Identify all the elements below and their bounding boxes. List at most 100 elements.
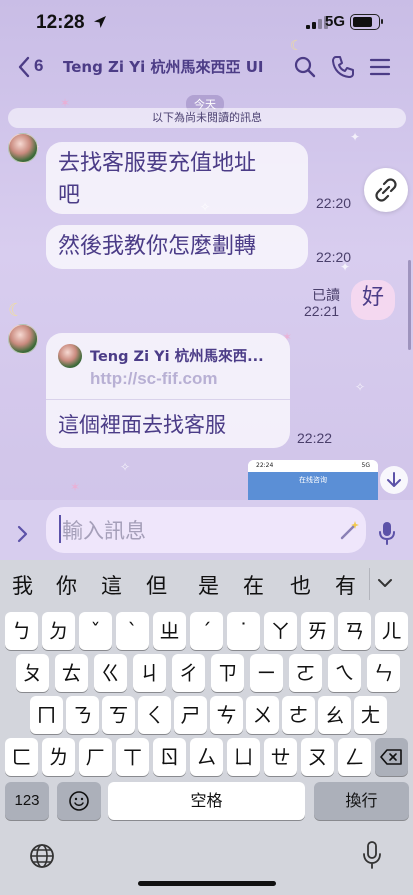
key[interactable]: ㄘ: [210, 696, 243, 734]
key[interactable]: ㄎ: [102, 696, 135, 734]
home-indicator[interactable]: [138, 881, 276, 886]
dictation-microphone-icon[interactable]: [361, 840, 383, 870]
arrow-down-icon: [387, 472, 401, 487]
link-card[interactable]: Teng Zi Yi 杭州馬來西... http://sc-fif.com 這個…: [46, 333, 290, 448]
share-link-button[interactable]: [364, 168, 408, 212]
avatar[interactable]: [8, 133, 38, 163]
search-icon[interactable]: [292, 54, 318, 80]
key[interactable]: ㄟ: [328, 654, 361, 692]
key[interactable]: ㄞ: [301, 612, 334, 650]
link-icon: [375, 178, 397, 202]
message-time: 22:20: [316, 249, 352, 265]
network-type: 5G: [325, 13, 346, 30]
sent-message-bubble[interactable]: 好: [351, 280, 395, 320]
phone-icon[interactable]: [330, 54, 356, 80]
key[interactable]: ㄇ: [30, 696, 63, 734]
suggestion[interactable]: 是: [198, 570, 219, 600]
key[interactable]: ㄚ: [264, 612, 297, 650]
suggestion[interactable]: 在: [243, 570, 264, 600]
message-bubble[interactable]: 然後我教你怎麼劃轉: [46, 225, 308, 269]
suggestion[interactable]: 我: [12, 570, 33, 600]
key[interactable]: ㄝ: [264, 738, 297, 776]
message-text: 吧: [58, 183, 81, 208]
message-bubble[interactable]: 去找客服要充值地址 吧: [46, 142, 308, 214]
key[interactable]: ㄙ: [190, 738, 223, 776]
key[interactable]: ㄣ: [367, 654, 400, 692]
numbers-key[interactable]: 123: [5, 782, 49, 820]
card-url[interactable]: http://sc-fif.com: [90, 369, 218, 389]
key[interactable]: ㄦ: [375, 612, 408, 650]
thumbnail-title: 在线咨询: [248, 472, 378, 500]
key[interactable]: ㄍ: [94, 654, 127, 692]
key[interactable]: ㄊ: [55, 654, 88, 692]
key[interactable]: ㄏ: [79, 738, 112, 776]
key[interactable]: ㄅ: [5, 612, 38, 650]
key[interactable]: ㄋ: [66, 696, 99, 734]
chat-title[interactable]: Teng Zi Yi 杭州馬來西亞 UI: [63, 56, 264, 77]
thumbnail-status: 22:24 5G: [248, 460, 378, 472]
globe-icon[interactable]: [28, 842, 56, 870]
backspace-icon: [380, 749, 402, 765]
expand-chevron-icon[interactable]: [14, 524, 30, 544]
read-receipt: 已讀: [312, 288, 340, 304]
key[interactable]: ㄒ: [116, 738, 149, 776]
key[interactable]: ㄗ: [211, 654, 244, 692]
key[interactable]: ˊ: [190, 612, 223, 650]
status-bar: 12:28 5G: [0, 0, 413, 46]
key[interactable]: ㄌ: [42, 738, 75, 776]
key[interactable]: ㄩ: [227, 738, 260, 776]
key[interactable]: ㄨ: [246, 696, 279, 734]
key[interactable]: ㄜ: [282, 696, 315, 734]
message-input-placeholder: 輸入訊息: [62, 519, 146, 543]
scroll-down-button[interactable]: [380, 466, 408, 494]
suggestion[interactable]: 這: [101, 570, 122, 600]
key[interactable]: ㄡ: [301, 738, 334, 776]
key[interactable]: ㄉ: [42, 612, 75, 650]
image-message-thumbnail[interactable]: 22:24 5G 在线咨询: [248, 460, 378, 500]
key[interactable]: ㄠ: [318, 696, 351, 734]
suggestion[interactable]: 你: [56, 570, 77, 600]
delete-key[interactable]: [375, 738, 408, 776]
key[interactable]: ㄥ: [338, 738, 371, 776]
key[interactable]: ㄐ: [133, 654, 166, 692]
suggestion[interactable]: 但: [146, 570, 167, 600]
suggestion[interactable]: 也: [290, 570, 311, 600]
emoji-key[interactable]: [57, 782, 101, 820]
chat-header: 6 Teng Zi Yi 杭州馬來西亞 UI: [0, 48, 413, 88]
microphone-icon[interactable]: [377, 520, 397, 546]
emoji-icon: [69, 791, 89, 811]
key[interactable]: ˙: [227, 612, 260, 650]
unread-count[interactable]: 6: [34, 56, 43, 76]
key[interactable]: ㄈ: [5, 738, 38, 776]
back-chevron-icon[interactable]: [14, 54, 34, 80]
message-time: 22:20: [316, 195, 352, 211]
space-key[interactable]: 空格: [108, 782, 305, 820]
key[interactable]: ㄕ: [174, 696, 207, 734]
key[interactable]: ㄤ: [354, 696, 387, 734]
key[interactable]: ㄆ: [16, 654, 49, 692]
message-time: 22:21: [304, 303, 340, 319]
key[interactable]: ˇ: [79, 612, 112, 650]
magic-wand-icon[interactable]: [338, 518, 360, 542]
status-time: 12:28: [36, 12, 85, 33]
key[interactable]: ㄧ: [250, 654, 283, 692]
avatar[interactable]: [8, 324, 38, 354]
location-arrow-icon: [94, 16, 106, 28]
chat-scrollbar[interactable]: [408, 260, 411, 350]
unread-notice: 以下為尚未閱讀的訊息: [8, 108, 406, 128]
key[interactable]: ㄛ: [289, 654, 322, 692]
moon-decoration: ☾: [8, 300, 25, 321]
key[interactable]: ㄢ: [338, 612, 371, 650]
return-key[interactable]: 換行: [314, 782, 409, 820]
suggestion-divider: [369, 568, 370, 600]
star-decoration: ✧: [120, 460, 131, 474]
key[interactable]: ㄓ: [153, 612, 186, 650]
menu-icon[interactable]: [367, 54, 393, 80]
text-caret: [59, 515, 61, 543]
key[interactable]: ㄑ: [138, 696, 171, 734]
suggestion[interactable]: 有: [335, 570, 356, 600]
key[interactable]: ㄔ: [172, 654, 205, 692]
key[interactable]: ˋ: [116, 612, 149, 650]
chevron-down-icon[interactable]: [376, 574, 394, 592]
key[interactable]: ㄖ: [153, 738, 186, 776]
